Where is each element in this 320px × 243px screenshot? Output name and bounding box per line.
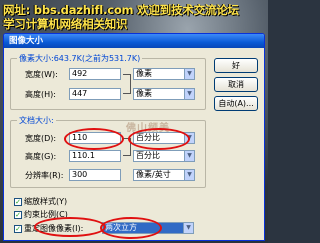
pixel-dimensions-group: 像素大小:643.7K(之前为531.7K) 宽度(W): 492 像素 ▼ 高… bbox=[10, 53, 206, 110]
pixel-height-input[interactable]: 447 bbox=[69, 88, 121, 100]
dialog-title: 图像大小 bbox=[4, 34, 264, 48]
pixel-width-input[interactable]: 492 bbox=[69, 68, 121, 80]
resolution-label: 分辨率(R): bbox=[25, 171, 64, 180]
chevron-down-icon: ▼ bbox=[184, 170, 194, 180]
scale-styles-checkbox[interactable]: ✓ 缩放样式(Y) bbox=[14, 196, 67, 207]
highlight-oval-method bbox=[100, 217, 162, 239]
checkmark-icon: ✓ bbox=[14, 224, 22, 233]
doc-width-label: 宽度(D): bbox=[25, 134, 57, 143]
document-size-legend: 文档大小: bbox=[17, 115, 56, 126]
watermark-line-2: 学习计算机网络相关知识 bbox=[3, 17, 128, 31]
doc-height-label: 高度(G): bbox=[25, 152, 57, 161]
checkmark-icon: ✓ bbox=[14, 197, 22, 206]
checkmark-icon: ✓ bbox=[14, 210, 22, 219]
pixel-height-label: 高度(H): bbox=[25, 90, 56, 99]
auto-button[interactable]: 自动(A)... bbox=[214, 96, 258, 111]
ok-button[interactable]: 好 bbox=[214, 58, 258, 73]
highlight-oval-width bbox=[64, 128, 124, 150]
resolution-unit-select[interactable]: 像素/英寸 ▼ bbox=[133, 169, 195, 181]
chevron-down-icon: ▼ bbox=[184, 151, 194, 161]
link-bracket-icon bbox=[123, 74, 131, 94]
pixel-height-unit-select[interactable]: 像素 ▼ bbox=[133, 88, 195, 100]
doc-height-unit-select[interactable]: 百分比 ▼ bbox=[133, 150, 195, 162]
highlight-oval-unit bbox=[128, 128, 190, 150]
highlight-oval-resample bbox=[34, 217, 106, 237]
pixel-width-unit-select[interactable]: 像素 ▼ bbox=[133, 68, 195, 80]
chevron-down-icon: ▼ bbox=[184, 89, 194, 99]
chevron-down-icon: ▼ bbox=[184, 69, 194, 79]
cancel-button[interactable]: 取消 bbox=[214, 77, 258, 92]
chevron-down-icon: ▼ bbox=[183, 223, 193, 233]
resolution-input[interactable]: 300 bbox=[69, 169, 121, 181]
doc-height-input[interactable]: 110.1 bbox=[69, 150, 121, 162]
pixel-dimensions-legend: 像素大小:643.7K(之前为531.7K) bbox=[17, 53, 143, 64]
image-size-dialog: 图像大小 像素大小:643.7K(之前为531.7K) 宽度(W): 492 像… bbox=[3, 33, 265, 241]
pixel-width-label: 宽度(W): bbox=[25, 70, 58, 79]
